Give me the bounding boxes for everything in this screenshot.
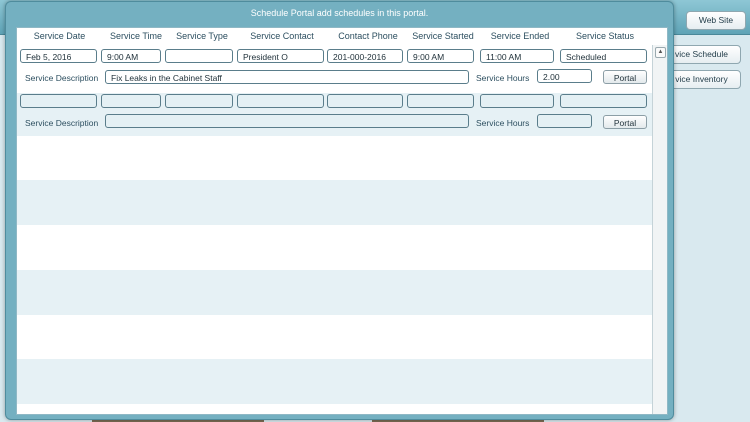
column-header-service-time: Service Time: [109, 31, 162, 41]
service-contact-field[interactable]: [237, 94, 324, 108]
service-description-field[interactable]: [105, 114, 469, 128]
service-started-field[interactable]: 9:00 AM: [407, 49, 474, 63]
portal-row: Feb 5, 2016 9:00 AM President O 201-000-…: [17, 45, 652, 93]
column-header-service-date: Service Date: [33, 31, 86, 41]
service-contact-field[interactable]: President O: [237, 49, 324, 63]
service-ended-field[interactable]: [480, 94, 554, 108]
portal-row: Service Description Service Hours Portal: [17, 93, 652, 136]
service-status-field[interactable]: Scheduled: [560, 49, 647, 63]
service-description-label: Service Description: [25, 118, 99, 128]
portal-scrollbar[interactable]: ▲: [652, 45, 667, 414]
empty-portal-row: [17, 359, 652, 404]
web-site-button[interactable]: Web Site: [686, 11, 746, 30]
service-hours-label: Service Hours: [476, 73, 530, 83]
modal-title: Schedule Portal add schedules in this po…: [250, 8, 429, 18]
service-description-field[interactable]: Fix Leaks in the Cabinet Staff: [105, 70, 469, 84]
service-description-label: Service Description: [25, 73, 99, 83]
scroll-up-arrow-icon[interactable]: ▲: [655, 47, 666, 58]
service-hours-field[interactable]: [537, 114, 592, 128]
service-hours-label: Service Hours: [476, 118, 530, 128]
service-hours-field[interactable]: 2.00: [537, 69, 592, 83]
empty-portal-row: [17, 136, 652, 180]
service-type-field[interactable]: [165, 94, 233, 108]
column-header-service-ended: Service Ended: [490, 31, 550, 41]
service-ended-field[interactable]: 11:00 AM: [480, 49, 554, 63]
schedule-portal: Service Date Service Time Service Type S…: [16, 27, 668, 415]
contact-phone-field[interactable]: 201-000-2016: [327, 49, 403, 63]
empty-portal-row: [17, 270, 652, 315]
column-header-service-status: Service Status: [575, 31, 635, 41]
service-time-field[interactable]: [101, 94, 161, 108]
column-header-service-started: Service Started: [412, 31, 474, 41]
schedule-portal-window: Schedule Portal add schedules in this po…: [5, 1, 674, 420]
portal-button[interactable]: Portal: [603, 70, 647, 84]
portal-button[interactable]: Portal: [603, 115, 647, 129]
service-date-field[interactable]: Feb 5, 2016: [20, 49, 97, 63]
service-status-field[interactable]: [560, 94, 647, 108]
column-header-service-type: Service Type: [176, 31, 228, 41]
empty-portal-row: [17, 180, 652, 225]
service-date-field[interactable]: [20, 94, 97, 108]
service-started-field[interactable]: [407, 94, 474, 108]
service-time-field[interactable]: 9:00 AM: [101, 49, 161, 63]
empty-portal-row: [17, 225, 652, 270]
contact-phone-field[interactable]: [327, 94, 403, 108]
column-header-service-contact: Service Contact: [250, 31, 314, 41]
empty-portal-row: [17, 315, 652, 359]
service-type-field[interactable]: [165, 49, 233, 63]
empty-portal-row: [17, 404, 652, 414]
column-header-contact-phone: Contact Phone: [338, 31, 398, 41]
